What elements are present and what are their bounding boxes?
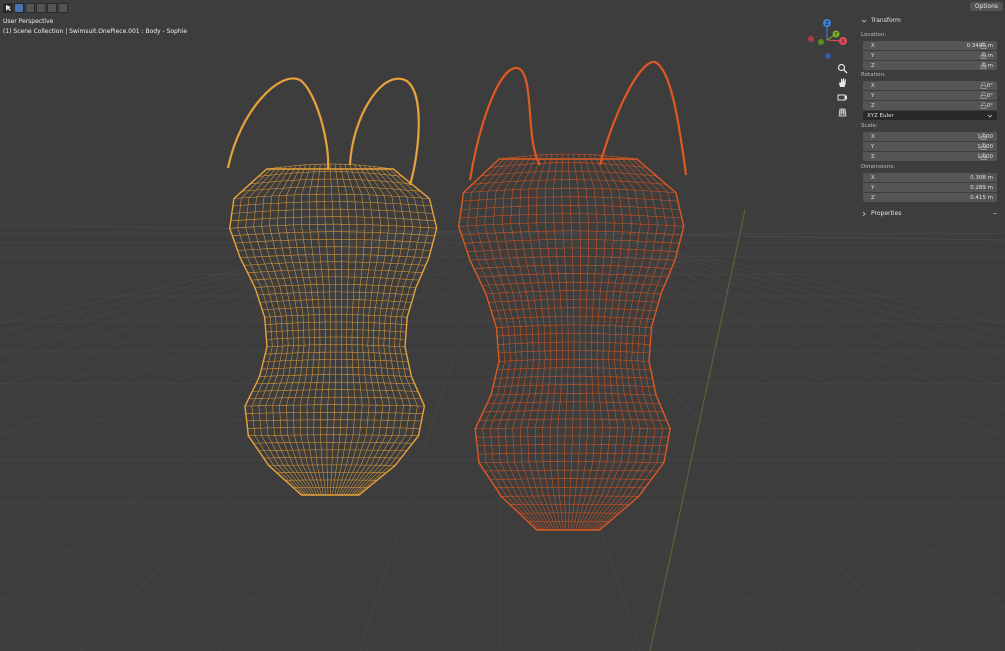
rotation-y-field[interactable]: Y 0° [863, 91, 997, 100]
scale-x-field[interactable]: X 1.000 [863, 132, 997, 141]
axis-label: Y [871, 184, 875, 191]
grid-perspective-icon[interactable] [837, 107, 848, 118]
field-value: 0° [986, 102, 993, 109]
select-subtract-button[interactable] [36, 3, 46, 13]
hand-pan-icon[interactable] [837, 77, 848, 88]
cursor-icon [6, 5, 11, 11]
field-value: 0.289 m [970, 184, 993, 191]
scale-label: Scale: [861, 123, 878, 129]
lock-icon[interactable] [980, 143, 987, 150]
properties-title: Properties [871, 210, 902, 217]
lock-icon[interactable] [980, 133, 987, 140]
axis-label: X [871, 174, 875, 181]
axis-label: Y [871, 92, 875, 99]
camera-icon[interactable] [837, 92, 848, 103]
axis-label: Z [871, 194, 875, 201]
axis-label: Y [871, 52, 875, 59]
transform-title: Transform [871, 17, 901, 24]
dimensions-x-field[interactable]: X 0.308 m [863, 173, 997, 182]
rotation-x-field[interactable]: X 0° [863, 81, 997, 90]
rotation-mode-select[interactable]: XYZ Euler [863, 111, 997, 120]
lock-icon[interactable] [980, 82, 987, 89]
select-invert-button[interactable] [47, 3, 57, 13]
axis-label: Y [871, 143, 875, 150]
location-y-field[interactable]: Y 0 m [863, 51, 997, 60]
select-tool-button[interactable] [3, 3, 13, 13]
axis-label: Z [871, 102, 875, 109]
lock-icon[interactable] [980, 62, 987, 69]
lock-icon[interactable] [980, 92, 987, 99]
sidebar-panel: Transform Location: X 0.3480 m Y 0 m Z 0… [857, 14, 1005, 224]
gizmo-x-label: X [841, 39, 845, 45]
lock-icon[interactable] [980, 42, 987, 49]
lock-icon[interactable] [980, 102, 987, 109]
view-name-text: User Perspective [3, 18, 54, 25]
dimensions-z-field[interactable]: Z 0.415 m [863, 193, 997, 202]
header-toolbar [3, 3, 68, 13]
lock-icon[interactable] [980, 52, 987, 59]
dimensions-y-field[interactable]: Y 0.289 m [863, 183, 997, 192]
navigation-gizmo[interactable]: Z X Y [805, 15, 851, 63]
viewport-scene[interactable] [0, 0, 1005, 651]
field-value: 0.415 m [970, 194, 993, 201]
gizmo-neg-x[interactable] [808, 36, 814, 42]
chevron-down-icon [987, 114, 993, 118]
properties-panel-header[interactable]: Properties [861, 210, 901, 217]
location-x-field[interactable]: X 0.3480 m [863, 41, 997, 50]
field-value: 0° [986, 82, 993, 89]
axis-label: X [871, 42, 875, 49]
lock-icon[interactable] [980, 153, 987, 160]
dimensions-label: Dimensions: [861, 164, 895, 170]
gizmo-z-label: Z [825, 21, 829, 27]
field-value: 0.308 m [970, 174, 993, 181]
gizmo-neg-y[interactable] [818, 39, 824, 45]
options-button[interactable]: Options [969, 2, 1003, 11]
chevron-down-icon [861, 19, 867, 23]
rotation-z-field[interactable]: Z 0° [863, 101, 997, 110]
field-value: 0° [986, 92, 993, 99]
select-intersect-button[interactable] [58, 3, 68, 13]
select-box-button[interactable] [14, 3, 24, 13]
zoom-icon[interactable] [837, 63, 848, 74]
select-extend-button[interactable] [25, 3, 35, 13]
location-z-field[interactable]: Z 0 m [863, 61, 997, 70]
rotation-mode-value: XYZ Euler [867, 112, 894, 119]
axis-label: X [871, 82, 875, 89]
gizmo-neg-z[interactable] [825, 53, 831, 59]
axis-label: X [871, 133, 875, 140]
scale-y-field[interactable]: Y 1.000 [863, 142, 997, 151]
rotation-label: Rotation: [861, 72, 886, 78]
transform-panel-header[interactable]: Transform [861, 17, 901, 24]
chevron-right-icon [862, 211, 866, 216]
scale-z-field[interactable]: Z 1.000 [863, 152, 997, 161]
3d-viewport[interactable]: Options User Perspective (1) Scene Colle… [0, 0, 1005, 651]
axis-label: Z [871, 62, 875, 69]
drag-handle[interactable] [993, 213, 997, 214]
floor-grid [0, 209, 1005, 651]
axis-label: Z [871, 153, 875, 160]
location-label: Location: [861, 32, 887, 38]
collection-info-text: (1) Scene Collection | Swimsuit.OnePiece… [3, 28, 188, 35]
